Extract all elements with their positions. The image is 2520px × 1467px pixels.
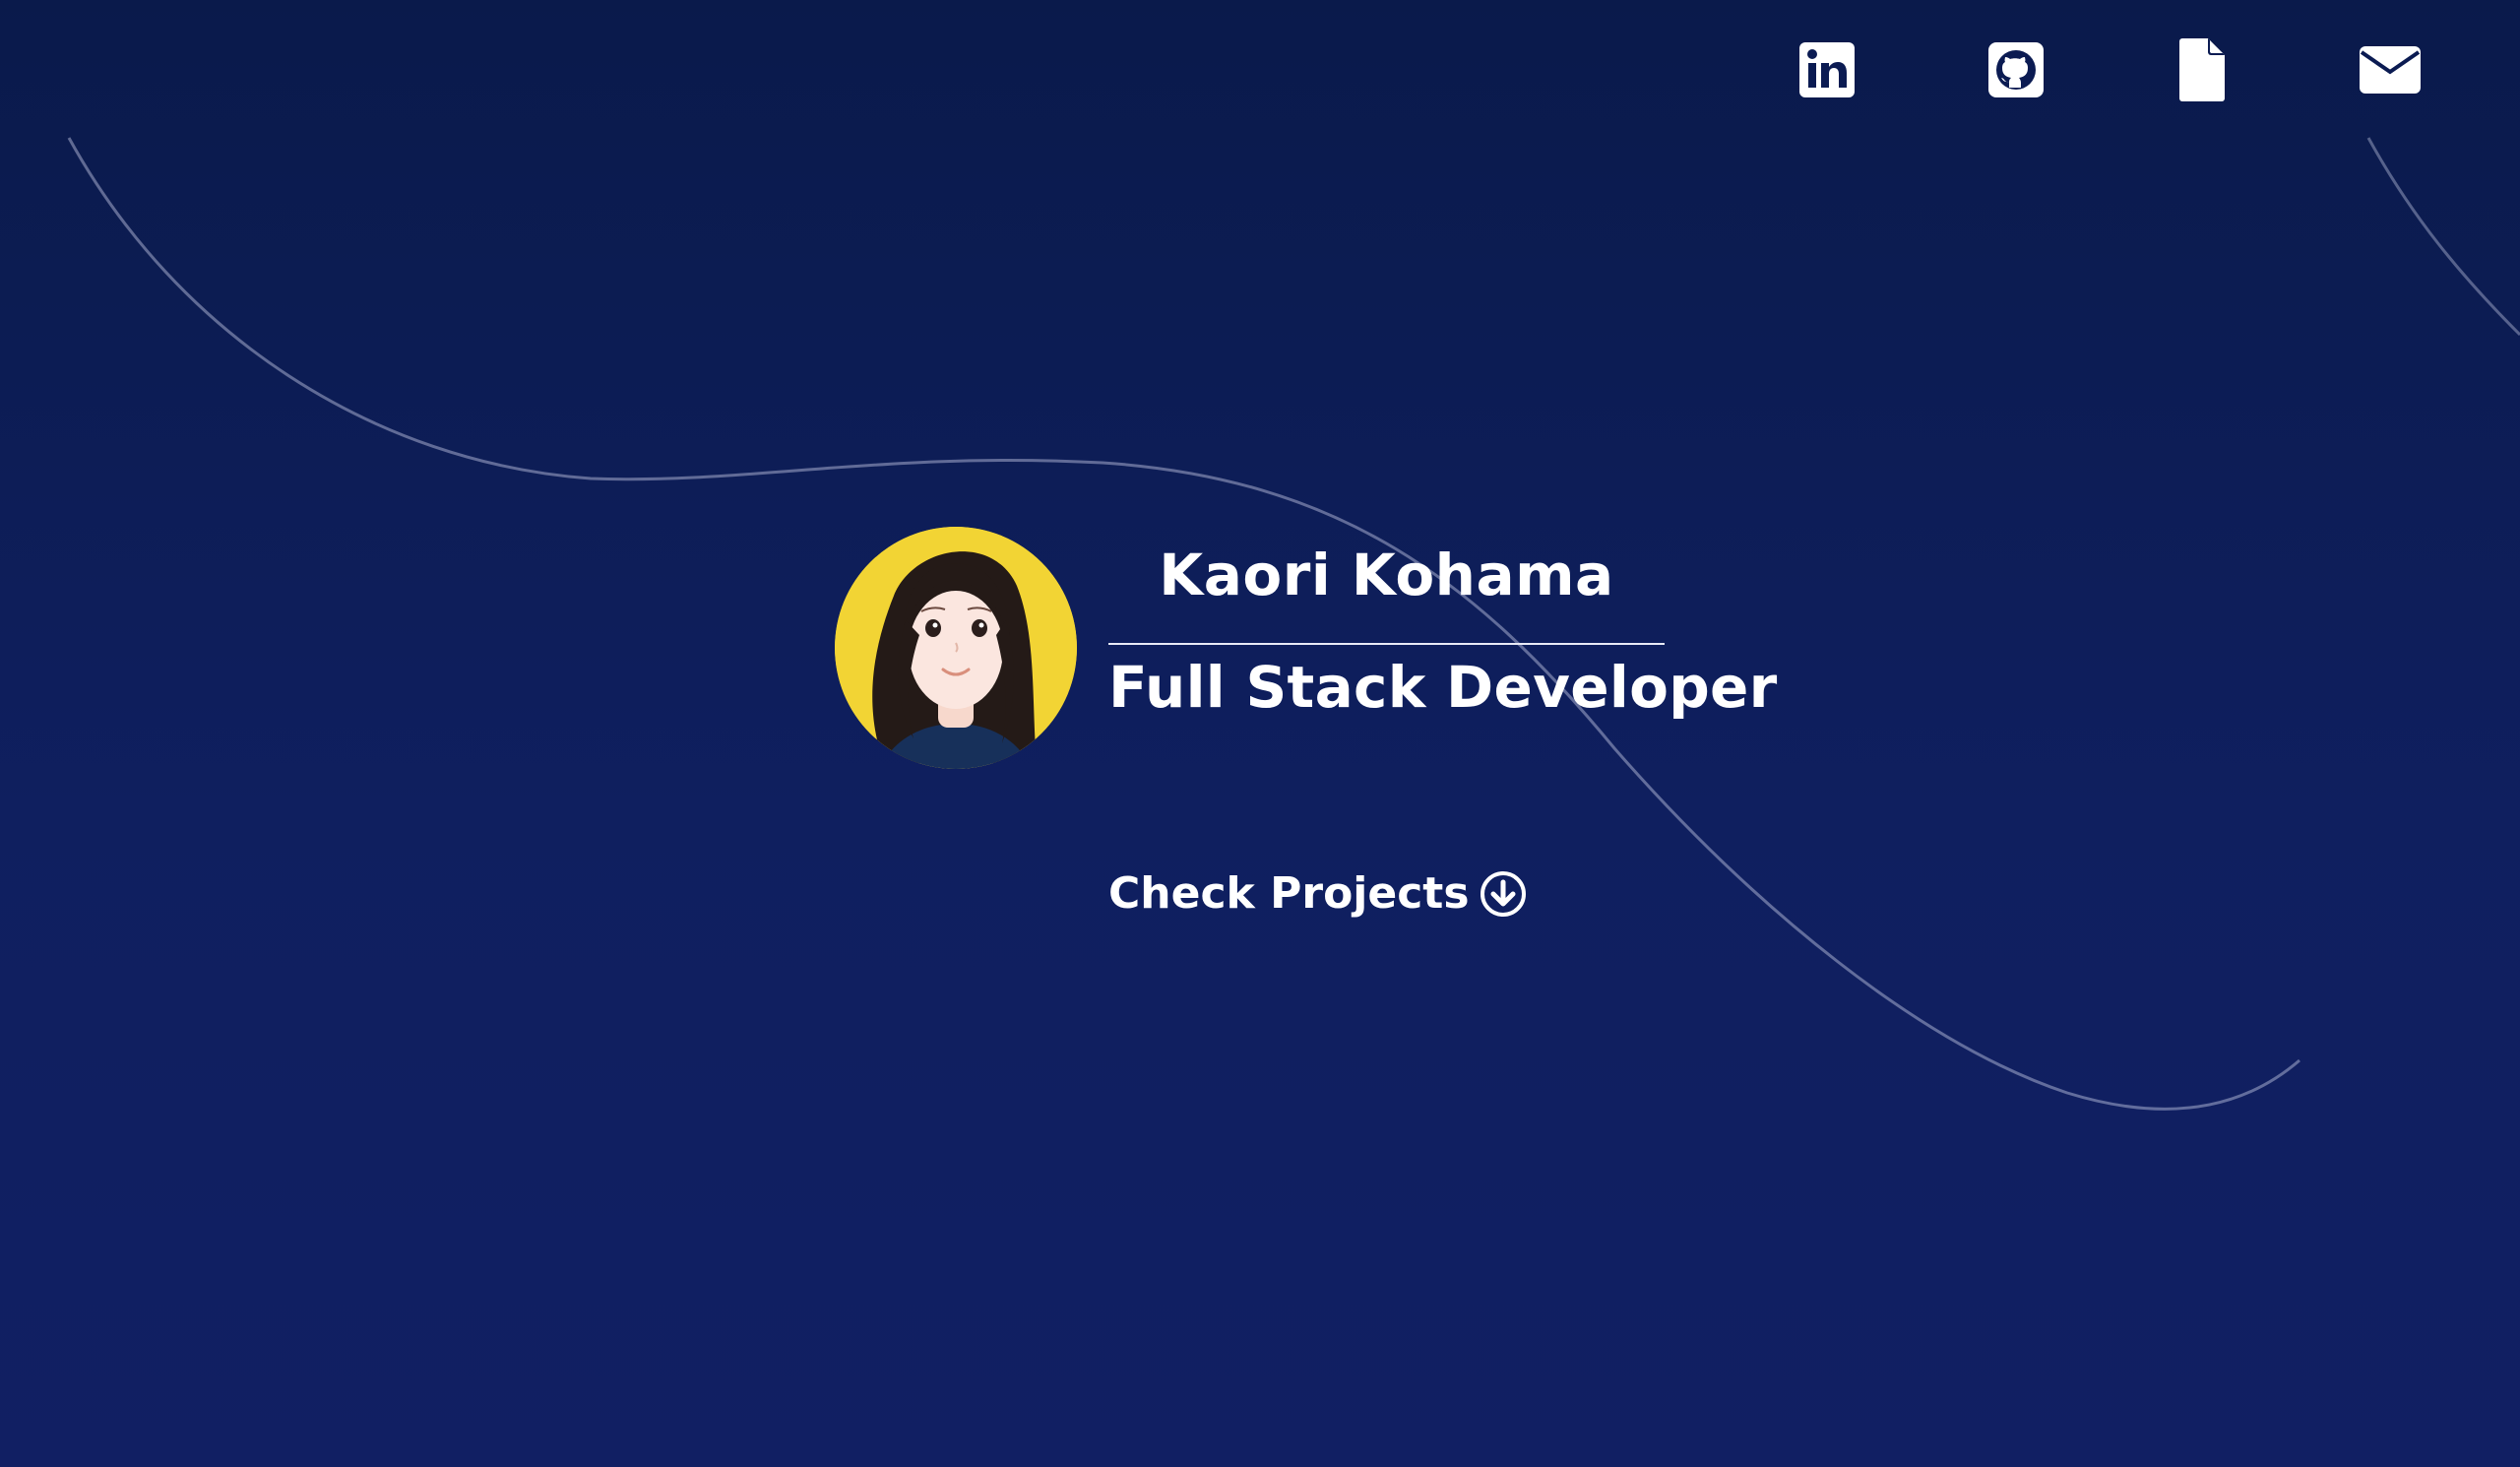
resume-link[interactable] xyxy=(2170,37,2233,102)
github-link[interactable] xyxy=(1984,37,2048,102)
hero-section: Kaori Kohama Full Stack Developer xyxy=(835,527,1778,773)
arrow-down-circle-icon xyxy=(1480,871,1526,917)
profile-role: Full Stack Developer xyxy=(1108,654,1778,721)
check-projects-label: Check Projects xyxy=(1108,868,1470,919)
email-link[interactable] xyxy=(2359,37,2422,102)
check-projects-button[interactable]: Check Projects xyxy=(1108,870,1527,918)
linkedin-icon xyxy=(1799,42,1855,97)
document-icon xyxy=(2179,38,2225,101)
social-nav xyxy=(0,37,2520,102)
avatar-illustration xyxy=(835,527,1077,769)
title-divider xyxy=(1108,643,1665,645)
avatar xyxy=(835,527,1077,769)
linkedin-link[interactable] xyxy=(1796,37,1858,102)
github-icon xyxy=(1988,42,2044,97)
envelope-icon xyxy=(2360,46,2421,94)
profile-name: Kaori Kohama xyxy=(1159,542,1614,608)
